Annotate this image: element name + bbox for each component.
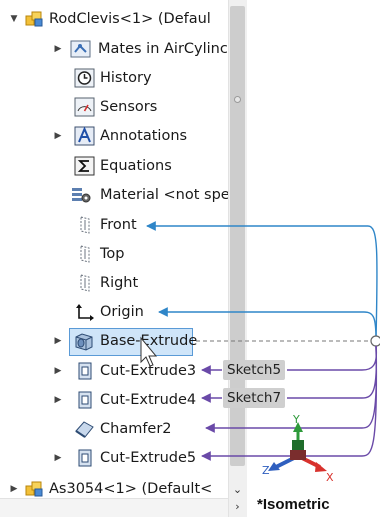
tree-item-label: Front	[100, 217, 137, 233]
expand-icon[interactable]: ▶	[52, 358, 64, 384]
tree-item-label: Cut-Extrude4	[100, 392, 197, 408]
tree-item-sensors[interactable]: Sensors	[0, 94, 228, 120]
tree-item-material[interactable]: Material <not spe	[0, 182, 230, 208]
sketch7-label: Sketch7	[223, 388, 286, 408]
tree-item-cut-extrude5[interactable]: ▶ Cut-Extrude5	[0, 445, 228, 471]
sensors-icon	[74, 97, 95, 117]
axis-y-label: Y	[292, 413, 300, 426]
purple-arrow-to-cut-extrude3	[287, 345, 378, 371]
cut-extrude-icon	[78, 362, 92, 380]
plane-icon	[80, 245, 90, 263]
material-icon	[72, 188, 91, 203]
horizontal-scrollbar[interactable]	[0, 498, 228, 517]
origin-icon	[76, 304, 94, 321]
tree-item-origin[interactable]: Origin	[0, 299, 228, 325]
chamfer-icon	[75, 421, 94, 438]
tree-item-label: Right	[100, 275, 139, 291]
purple-arrow-to-cut-extrude4	[287, 345, 378, 399]
cut-extrude-icon	[78, 391, 92, 409]
tree-item-label: History	[100, 70, 152, 86]
expand-icon[interactable]: ▶	[52, 445, 64, 471]
tree-item-label: Origin	[100, 304, 144, 320]
link-handle-circle	[370, 335, 380, 347]
tree-item-equations[interactable]: Equations	[0, 153, 228, 179]
assembly-part-icon	[25, 481, 43, 497]
expand-icon[interactable]: ▶	[52, 328, 64, 354]
feature-manager-tree: ▼ RodClevis<1> (Defaul ▶ Mates in AirCyl…	[0, 0, 247, 517]
mates-folder-icon	[70, 40, 91, 58]
tree-item-label: Material <not spe	[100, 187, 230, 203]
history-icon	[74, 68, 95, 88]
triad-labels: Y Z X	[262, 413, 334, 484]
tree-item-label: Top	[100, 246, 125, 262]
extrude-feature-icon	[75, 333, 93, 351]
axis-x-label: X	[326, 471, 334, 484]
tree-item-label: Mates in AirCylinc	[98, 41, 228, 57]
tree-item-label: Cut-Extrude3	[100, 363, 197, 379]
tree-item-label: Base-Extrude	[100, 333, 198, 349]
collapse-icon[interactable]: ▼	[8, 6, 20, 32]
tree-item-mates[interactable]: ▶ Mates in AirCylinc	[0, 36, 228, 62]
tree-root-label: RodClevis<1> (Defaul	[49, 11, 211, 27]
tree-item-top-plane[interactable]: Top	[0, 241, 228, 267]
tree-item-label: Annotations	[100, 128, 188, 144]
expand-icon[interactable]: ▶	[52, 123, 64, 149]
view-triad-icon	[268, 422, 327, 472]
scroll-right-arrow-icon[interactable]: ›	[229, 499, 246, 515]
scrollbar-grip-icon	[234, 96, 241, 103]
scroll-down-arrow-icon[interactable]: ⌄	[229, 482, 246, 498]
expand-icon[interactable]: ▶	[52, 36, 64, 62]
assembly-part-icon	[25, 11, 43, 27]
tree-item-annotations[interactable]: ▶ Annotations	[0, 123, 228, 149]
tree-item-label: Sensors	[100, 99, 158, 115]
tree-item-base-extrude[interactable]: ▶ Base-Extrude	[0, 328, 228, 356]
tree-item-history[interactable]: History	[0, 65, 228, 91]
tree-item-cut-extrude4[interactable]: ▶ Cut-Extrude4	[0, 387, 228, 413]
sketch5-label: Sketch5	[223, 360, 286, 380]
tree-item-chamfer2[interactable]: Chamfer2	[0, 416, 228, 442]
equations-icon	[74, 156, 95, 176]
plane-icon	[80, 216, 90, 234]
expand-icon[interactable]: ▶	[52, 387, 64, 413]
axis-z-label: Z	[262, 464, 270, 477]
plane-icon	[80, 274, 90, 292]
tree-item-label: Chamfer2	[100, 421, 172, 437]
view-orientation-label: *Isometric	[257, 496, 330, 513]
annotations-icon	[74, 126, 95, 146]
tree-item-label: Cut-Extrude5	[100, 450, 197, 466]
tree-root-rodclevis[interactable]: ▼ RodClevis<1> (Defaul	[0, 6, 228, 32]
tree-item-right-plane[interactable]: Right	[0, 270, 228, 296]
cut-extrude-icon	[78, 449, 92, 467]
tree-item-label: Equations	[100, 158, 172, 174]
tree-item-front-plane[interactable]: Front	[0, 212, 228, 238]
tree-item-cut-extrude3[interactable]: ▶ Cut-Extrude3	[0, 358, 228, 384]
